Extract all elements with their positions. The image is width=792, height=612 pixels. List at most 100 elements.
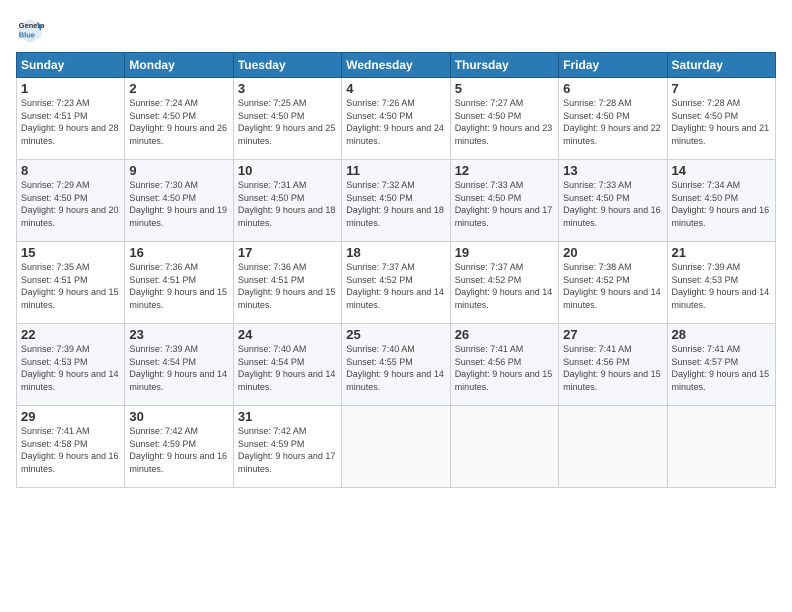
day-number: 16 (129, 245, 228, 260)
day-info: Sunrise: 7:40 AMSunset: 4:55 PMDaylight:… (346, 343, 445, 393)
day-number: 24 (238, 327, 337, 342)
th-saturday: Saturday (667, 53, 775, 78)
calendar-cell: 1 Sunrise: 7:23 AMSunset: 4:51 PMDayligh… (17, 78, 125, 160)
th-monday: Monday (125, 53, 233, 78)
day-number: 30 (129, 409, 228, 424)
day-number: 9 (129, 163, 228, 178)
day-number: 8 (21, 163, 120, 178)
day-number: 6 (563, 81, 662, 96)
logo-icon: General Blue (16, 16, 44, 44)
day-info: Sunrise: 7:27 AMSunset: 4:50 PMDaylight:… (455, 97, 554, 147)
day-number: 5 (455, 81, 554, 96)
day-info: Sunrise: 7:33 AMSunset: 4:50 PMDaylight:… (455, 179, 554, 229)
calendar-cell: 27 Sunrise: 7:41 AMSunset: 4:56 PMDaylig… (559, 324, 667, 406)
calendar-week-row: 1 Sunrise: 7:23 AMSunset: 4:51 PMDayligh… (17, 78, 776, 160)
calendar-cell (342, 406, 450, 488)
calendar-cell: 16 Sunrise: 7:36 AMSunset: 4:51 PMDaylig… (125, 242, 233, 324)
calendar-cell: 6 Sunrise: 7:28 AMSunset: 4:50 PMDayligh… (559, 78, 667, 160)
day-info: Sunrise: 7:39 AMSunset: 4:53 PMDaylight:… (672, 261, 771, 311)
calendar-cell: 3 Sunrise: 7:25 AMSunset: 4:50 PMDayligh… (233, 78, 341, 160)
calendar-cell: 10 Sunrise: 7:31 AMSunset: 4:50 PMDaylig… (233, 160, 341, 242)
day-info: Sunrise: 7:28 AMSunset: 4:50 PMDaylight:… (672, 97, 771, 147)
header-row: Sunday Monday Tuesday Wednesday Thursday… (17, 53, 776, 78)
day-info: Sunrise: 7:36 AMSunset: 4:51 PMDaylight:… (129, 261, 228, 311)
day-info: Sunrise: 7:37 AMSunset: 4:52 PMDaylight:… (455, 261, 554, 311)
day-number: 29 (21, 409, 120, 424)
day-number: 3 (238, 81, 337, 96)
day-info: Sunrise: 7:39 AMSunset: 4:54 PMDaylight:… (129, 343, 228, 393)
day-number: 11 (346, 163, 445, 178)
day-info: Sunrise: 7:24 AMSunset: 4:50 PMDaylight:… (129, 97, 228, 147)
day-info: Sunrise: 7:34 AMSunset: 4:50 PMDaylight:… (672, 179, 771, 229)
calendar-cell: 5 Sunrise: 7:27 AMSunset: 4:50 PMDayligh… (450, 78, 558, 160)
day-info: Sunrise: 7:40 AMSunset: 4:54 PMDaylight:… (238, 343, 337, 393)
th-wednesday: Wednesday (342, 53, 450, 78)
day-info: Sunrise: 7:35 AMSunset: 4:51 PMDaylight:… (21, 261, 120, 311)
calendar-cell: 14 Sunrise: 7:34 AMSunset: 4:50 PMDaylig… (667, 160, 775, 242)
calendar-cell: 8 Sunrise: 7:29 AMSunset: 4:50 PMDayligh… (17, 160, 125, 242)
calendar-cell: 19 Sunrise: 7:37 AMSunset: 4:52 PMDaylig… (450, 242, 558, 324)
day-info: Sunrise: 7:30 AMSunset: 4:50 PMDaylight:… (129, 179, 228, 229)
calendar-cell (559, 406, 667, 488)
day-number: 13 (563, 163, 662, 178)
day-info: Sunrise: 7:23 AMSunset: 4:51 PMDaylight:… (21, 97, 120, 147)
calendar-cell: 9 Sunrise: 7:30 AMSunset: 4:50 PMDayligh… (125, 160, 233, 242)
day-number: 21 (672, 245, 771, 260)
calendar-cell: 25 Sunrise: 7:40 AMSunset: 4:55 PMDaylig… (342, 324, 450, 406)
calendar-cell: 11 Sunrise: 7:32 AMSunset: 4:50 PMDaylig… (342, 160, 450, 242)
calendar-cell: 7 Sunrise: 7:28 AMSunset: 4:50 PMDayligh… (667, 78, 775, 160)
calendar-cell: 24 Sunrise: 7:40 AMSunset: 4:54 PMDaylig… (233, 324, 341, 406)
calendar-cell (667, 406, 775, 488)
day-number: 7 (672, 81, 771, 96)
calendar-cell: 22 Sunrise: 7:39 AMSunset: 4:53 PMDaylig… (17, 324, 125, 406)
svg-text:Blue: Blue (19, 30, 35, 39)
day-number: 31 (238, 409, 337, 424)
day-number: 20 (563, 245, 662, 260)
day-info: Sunrise: 7:41 AMSunset: 4:56 PMDaylight:… (455, 343, 554, 393)
day-number: 22 (21, 327, 120, 342)
logo: General Blue (16, 16, 48, 44)
day-info: Sunrise: 7:42 AMSunset: 4:59 PMDaylight:… (238, 425, 337, 475)
calendar-cell: 31 Sunrise: 7:42 AMSunset: 4:59 PMDaylig… (233, 406, 341, 488)
calendar-cell: 4 Sunrise: 7:26 AMSunset: 4:50 PMDayligh… (342, 78, 450, 160)
day-info: Sunrise: 7:42 AMSunset: 4:59 PMDaylight:… (129, 425, 228, 475)
day-number: 25 (346, 327, 445, 342)
calendar-cell: 2 Sunrise: 7:24 AMSunset: 4:50 PMDayligh… (125, 78, 233, 160)
day-number: 12 (455, 163, 554, 178)
th-tuesday: Tuesday (233, 53, 341, 78)
calendar-cell: 18 Sunrise: 7:37 AMSunset: 4:52 PMDaylig… (342, 242, 450, 324)
day-number: 15 (21, 245, 120, 260)
calendar-week-row: 8 Sunrise: 7:29 AMSunset: 4:50 PMDayligh… (17, 160, 776, 242)
calendar-cell: 12 Sunrise: 7:33 AMSunset: 4:50 PMDaylig… (450, 160, 558, 242)
calendar-week-row: 15 Sunrise: 7:35 AMSunset: 4:51 PMDaylig… (17, 242, 776, 324)
day-info: Sunrise: 7:33 AMSunset: 4:50 PMDaylight:… (563, 179, 662, 229)
day-info: Sunrise: 7:25 AMSunset: 4:50 PMDaylight:… (238, 97, 337, 147)
header: General Blue (16, 16, 776, 44)
day-info: Sunrise: 7:28 AMSunset: 4:50 PMDaylight:… (563, 97, 662, 147)
day-number: 19 (455, 245, 554, 260)
th-thursday: Thursday (450, 53, 558, 78)
day-number: 4 (346, 81, 445, 96)
th-friday: Friday (559, 53, 667, 78)
day-number: 23 (129, 327, 228, 342)
day-number: 10 (238, 163, 337, 178)
calendar-cell: 17 Sunrise: 7:36 AMSunset: 4:51 PMDaylig… (233, 242, 341, 324)
calendar-week-row: 22 Sunrise: 7:39 AMSunset: 4:53 PMDaylig… (17, 324, 776, 406)
day-info: Sunrise: 7:36 AMSunset: 4:51 PMDaylight:… (238, 261, 337, 311)
day-info: Sunrise: 7:38 AMSunset: 4:52 PMDaylight:… (563, 261, 662, 311)
day-number: 1 (21, 81, 120, 96)
th-sunday: Sunday (17, 53, 125, 78)
day-number: 2 (129, 81, 228, 96)
calendar-container: General Blue Sunday Monday Tuesday Wedne… (0, 0, 792, 612)
day-info: Sunrise: 7:32 AMSunset: 4:50 PMDaylight:… (346, 179, 445, 229)
calendar-cell (450, 406, 558, 488)
calendar-cell: 28 Sunrise: 7:41 AMSunset: 4:57 PMDaylig… (667, 324, 775, 406)
calendar-cell: 29 Sunrise: 7:41 AMSunset: 4:58 PMDaylig… (17, 406, 125, 488)
day-info: Sunrise: 7:39 AMSunset: 4:53 PMDaylight:… (21, 343, 120, 393)
day-info: Sunrise: 7:29 AMSunset: 4:50 PMDaylight:… (21, 179, 120, 229)
calendar-cell: 23 Sunrise: 7:39 AMSunset: 4:54 PMDaylig… (125, 324, 233, 406)
day-info: Sunrise: 7:37 AMSunset: 4:52 PMDaylight:… (346, 261, 445, 311)
day-number: 14 (672, 163, 771, 178)
day-info: Sunrise: 7:41 AMSunset: 4:57 PMDaylight:… (672, 343, 771, 393)
day-info: Sunrise: 7:41 AMSunset: 4:58 PMDaylight:… (21, 425, 120, 475)
